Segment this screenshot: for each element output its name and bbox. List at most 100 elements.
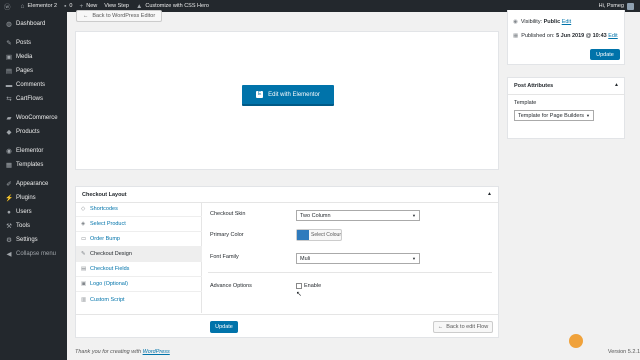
- font-family-label: Font Family: [210, 254, 239, 260]
- new-link[interactable]: + New: [79, 3, 97, 10]
- elementor-icon: ◉: [6, 148, 12, 155]
- product-icon: ◈: [81, 221, 86, 227]
- page-icon: ▤: [5, 68, 13, 75]
- code-icon: ◇: [81, 206, 86, 212]
- sidebar-item-elementor[interactable]: ◉ Elementor: [0, 144, 67, 158]
- collapse-icon: ◀: [6, 251, 12, 258]
- footer-thanks: Thank you for creating with WordPress: [75, 349, 170, 355]
- sidebar-item-users[interactable]: ● Users: [0, 205, 67, 219]
- publish-update-button[interactable]: Update: [590, 49, 620, 60]
- collapse-menu-button[interactable]: ◀ Collapse menu: [0, 247, 67, 261]
- sidebar-item-settings[interactable]: ⚙ Settings: [0, 233, 67, 247]
- edit-with-elementor-button[interactable]: E Edit with Elementor: [242, 85, 334, 106]
- sidebar-item-dashboard[interactable]: ◍ Dashboard: [0, 17, 67, 31]
- pin-icon: ✎: [6, 40, 12, 47]
- customize-link[interactable]: ▲ Customize with CSS Hero: [136, 3, 209, 10]
- wordpress-logo-icon[interactable]: ⓦ: [4, 1, 14, 11]
- brush-icon: ✐: [6, 181, 12, 188]
- script-icon: ▥: [81, 296, 87, 303]
- dashboard-icon: ◍: [6, 21, 12, 28]
- sidebar-item-tools[interactable]: ⚒ Tools: [0, 219, 67, 233]
- checkout-layout-title: Checkout Layout: [82, 192, 127, 198]
- cart-icon: ▭: [81, 236, 87, 242]
- caret-up-icon[interactable]: ▲: [614, 82, 619, 88]
- primary-color-label: Primary Color: [210, 232, 244, 238]
- sidebar-item-pages[interactable]: ▤ Pages: [0, 64, 67, 78]
- settings-icon: ⚙: [6, 237, 12, 244]
- templates-icon: ▦: [5, 162, 13, 169]
- image-icon: ▣: [81, 281, 87, 287]
- flows-icon: ⇆: [6, 96, 12, 103]
- sidebar-item-templates[interactable]: ▦ Templates: [0, 158, 67, 172]
- enable-checkbox-row[interactable]: Enable: [296, 283, 321, 289]
- wrench-icon: ⚒: [6, 223, 12, 230]
- checkout-update-button[interactable]: Update: [210, 321, 238, 333]
- tab-order-bump[interactable]: ▭ Order Bump: [76, 232, 202, 247]
- back-to-edit-flow-button[interactable]: ← Back to edit Flow: [433, 321, 493, 333]
- site-name-link[interactable]: ⌂ Elementor 2: [21, 3, 58, 10]
- mouse-cursor-icon: ↖: [296, 291, 302, 298]
- post-attributes-box: Post Attributes ▲ Template Template for …: [507, 77, 625, 139]
- sidebar-item-media[interactable]: ▣ Media: [0, 50, 67, 64]
- sidebar-item-appearance[interactable]: ✐ Appearance: [0, 177, 67, 191]
- tab-logo-optional[interactable]: ▣ Logo (Optional): [76, 277, 202, 292]
- advance-options-label: Advance Options: [210, 283, 252, 289]
- eye-icon: ◉: [513, 19, 518, 25]
- calendar-icon: ▦: [513, 33, 519, 39]
- css-hero-icon: ▲: [135, 2, 143, 10]
- wordpress-link[interactable]: WordPress: [143, 349, 170, 355]
- tab-select-product[interactable]: ◈ Select Product: [76, 217, 202, 232]
- brush-icon: ✎: [81, 251, 86, 257]
- sidebar-item-posts[interactable]: ✎ Posts: [0, 36, 67, 50]
- main-content: ← Back to WordPress Editor E Edit with Ele…: [67, 10, 640, 360]
- sidebar-item-woocommerce[interactable]: ▰ WooCommerce: [0, 111, 67, 125]
- account-menu[interactable]: Hi, Psmeg: [599, 2, 634, 10]
- elementor-editor-panel: E Edit with Elementor: [75, 31, 499, 170]
- watermark-badge-icon: [569, 334, 583, 348]
- arrow-left-icon: ←: [82, 13, 89, 19]
- footer-version: Version 5.2.1: [607, 349, 640, 355]
- view-step-link[interactable]: View Step: [104, 3, 129, 9]
- products-icon: ◆: [6, 129, 12, 136]
- back-to-wordpress-editor-button[interactable]: ← Back to WordPress Editor: [76, 10, 162, 22]
- published-edit-link[interactable]: Edit: [608, 33, 617, 39]
- comment-icon: ▬: [5, 81, 13, 89]
- media-icon: ▣: [5, 54, 13, 61]
- checkout-tabs: ◇ Shortcodes ◈ Select Product ▭ Order Bump …: [76, 202, 202, 313]
- publish-box: ◉ Visibility: Public Edit ▦ Published on: …: [507, 10, 625, 65]
- comment-icon: ▪: [64, 2, 67, 10]
- caret-up-icon[interactable]: ▲: [487, 191, 492, 197]
- plugin-icon: ⚡: [4, 195, 14, 202]
- comments-link[interactable]: ▪ 0: [64, 3, 72, 10]
- tab-custom-script[interactable]: ▥ Custom Script: [76, 292, 202, 307]
- checkout-skin-select[interactable]: Two Column ▼: [296, 210, 420, 221]
- checkout-skin-label: Checkout Skin: [210, 211, 246, 217]
- sidebar-item-cartflows[interactable]: ⇆ CartFlows: [0, 92, 67, 106]
- sidebar-item-plugins[interactable]: ⚡ Plugins: [0, 191, 67, 205]
- sidebar-item-products[interactable]: ◆ Products: [0, 125, 67, 139]
- template-label: Template: [514, 100, 537, 106]
- template-select[interactable]: Template for Page Builders ▼: [514, 110, 594, 121]
- post-attributes-title: Post Attributes: [514, 83, 554, 89]
- woo-icon: ▰: [6, 115, 12, 122]
- enable-checkbox[interactable]: [296, 283, 302, 289]
- admin-sidebar: ◍ Dashboard ✎ Posts ▣ Media ▤ Pages ▬ Comment…: [0, 12, 67, 360]
- visibility-row: ◉ Visibility: Public Edit: [513, 19, 572, 25]
- published-row: ▦ Published on: 5 Jun 2019 @ 10:43 Edit: [513, 33, 618, 39]
- chevron-down-icon: ▼: [412, 213, 416, 218]
- tab-shortcodes[interactable]: ◇ Shortcodes: [76, 202, 202, 217]
- color-swatch: [297, 230, 309, 240]
- avatar: [627, 2, 634, 10]
- chevron-down-icon: ▼: [412, 256, 416, 261]
- sidebar-item-comments[interactable]: ▬ Comments: [0, 78, 67, 92]
- user-icon: ●: [7, 208, 11, 216]
- visibility-edit-link[interactable]: Edit: [562, 19, 571, 25]
- tab-checkout-design[interactable]: ✎ Checkout Design: [76, 247, 202, 262]
- elementor-logo-icon: E: [256, 91, 264, 98]
- tab-checkout-fields[interactable]: ▤ Checkout Fields: [76, 262, 202, 277]
- font-family-select[interactable]: Muli ▼: [296, 253, 420, 264]
- checkout-layout-box: Checkout Layout ▲ ◇ Shortcodes ◈ Select Pr…: [75, 186, 499, 338]
- home-icon: ⌂: [20, 2, 25, 10]
- primary-color-picker[interactable]: Select Colour: [296, 229, 342, 241]
- arrow-left-icon: ←: [437, 324, 444, 330]
